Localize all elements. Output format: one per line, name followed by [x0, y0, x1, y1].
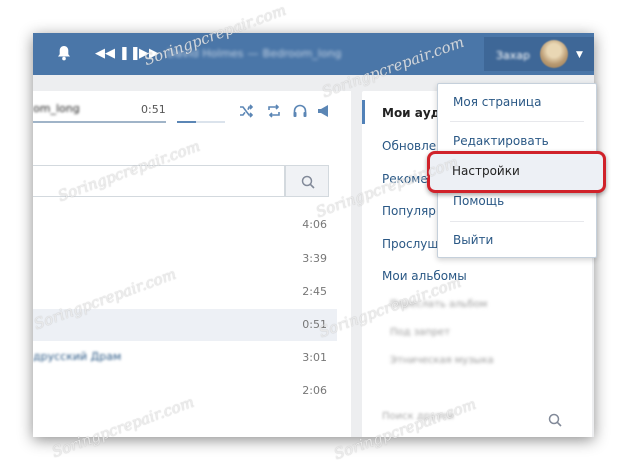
previous-track-icon[interactable]: ◀◀: [95, 46, 115, 62]
dropdown-item-logout[interactable]: Выйти: [453, 233, 493, 247]
chevron-down-icon: ▼: [576, 50, 583, 60]
avatar: [540, 40, 568, 68]
track-row[interactable]: 4:06: [33, 209, 337, 241]
now-playing-track[interactable]: David Holmes — Bedroom_long: [167, 47, 342, 60]
volume-fill: [177, 121, 197, 123]
track-row[interactable]: 2:06: [33, 375, 337, 407]
track-row[interactable]: 2:45: [33, 276, 337, 308]
search-icon: [301, 175, 315, 189]
track-row-duration: 2:45: [302, 285, 327, 298]
dropdown-item-my-page[interactable]: Моя страница: [453, 95, 541, 109]
track-row-duration: 3:01: [302, 351, 327, 364]
audio-player: om_long 0:51: [33, 91, 351, 131]
track-row-duration: 3:39: [302, 252, 327, 265]
dropdown-item-help[interactable]: Помощь: [453, 194, 504, 208]
player-track-name: om_long: [33, 102, 80, 115]
album-item[interactable]: Этническая музыка: [390, 355, 494, 366]
next-track-icon[interactable]: ▶▶: [139, 46, 159, 62]
screenshot-stage: ◀◀ ❚❚ ▶▶ David Holmes — Bedroom_long Захар…: [0, 0, 641, 471]
friends-search[interactable]: Поиск друзей: [362, 403, 592, 437]
broadcast-icon[interactable]: [316, 103, 332, 119]
track-artist: David Holmes: [167, 47, 244, 60]
divider: [450, 121, 584, 122]
track-row[interactable]: 3:39: [33, 243, 337, 275]
album-item[interactable]: Переслать альбом: [390, 299, 487, 310]
track-separator: —: [247, 47, 259, 60]
audio-panel: om_long 0:51 4:06 3:39 2:45 0:51 друсски…: [33, 91, 351, 437]
player-time: 0:51: [141, 103, 166, 116]
menu-item-my-albums[interactable]: Мои альбомы: [382, 269, 467, 283]
playback-progress-bar[interactable]: [33, 121, 166, 123]
divider: [450, 221, 584, 222]
menu-item-listened[interactable]: Прослуш: [382, 237, 438, 251]
repeat-icon[interactable]: [266, 103, 282, 119]
menu-item-recommendations[interactable]: Рекоме: [382, 172, 428, 186]
track-row[interactable]: друсский Драм 3:01: [33, 342, 337, 374]
volume-slider[interactable]: [177, 121, 225, 123]
album-item[interactable]: Под запрет: [390, 327, 450, 338]
menu-item-popular[interactable]: Популяр: [382, 204, 436, 218]
friends-search-input[interactable]: Поиск друзей: [382, 411, 454, 422]
user-name: Захар: [496, 49, 531, 62]
search-button[interactable]: [285, 165, 329, 197]
dropdown-item-settings-label: Настройки: [452, 164, 520, 178]
top-bar: ◀◀ ❚❚ ▶▶ David Holmes — Bedroom_long Захар…: [33, 33, 594, 75]
track-row-title: друсский Драм: [33, 350, 122, 363]
playback-progress-fill: [33, 121, 166, 123]
headphones-icon[interactable]: [292, 103, 308, 119]
track-row-playing[interactable]: 0:51: [33, 309, 337, 341]
pause-icon[interactable]: ❚❚: [119, 46, 141, 62]
shuffle-icon[interactable]: [239, 103, 255, 119]
user-menu-button[interactable]: Захар ▼: [484, 37, 594, 71]
track-row-duration: 4:06: [302, 218, 327, 231]
menu-item-updates[interactable]: Обновле: [382, 139, 436, 153]
active-section-indicator: [362, 100, 365, 124]
track-row-duration: 0:51: [302, 318, 327, 331]
dropdown-item-settings[interactable]: Настройки: [427, 151, 606, 193]
track-row-duration: 2:06: [302, 384, 327, 397]
bell-icon[interactable]: [57, 45, 71, 61]
search-icon: [548, 413, 562, 427]
track-title: Bedroom_long: [262, 47, 342, 60]
dropdown-item-edit[interactable]: Редактировать: [453, 134, 549, 148]
audio-search-input[interactable]: [33, 165, 285, 197]
